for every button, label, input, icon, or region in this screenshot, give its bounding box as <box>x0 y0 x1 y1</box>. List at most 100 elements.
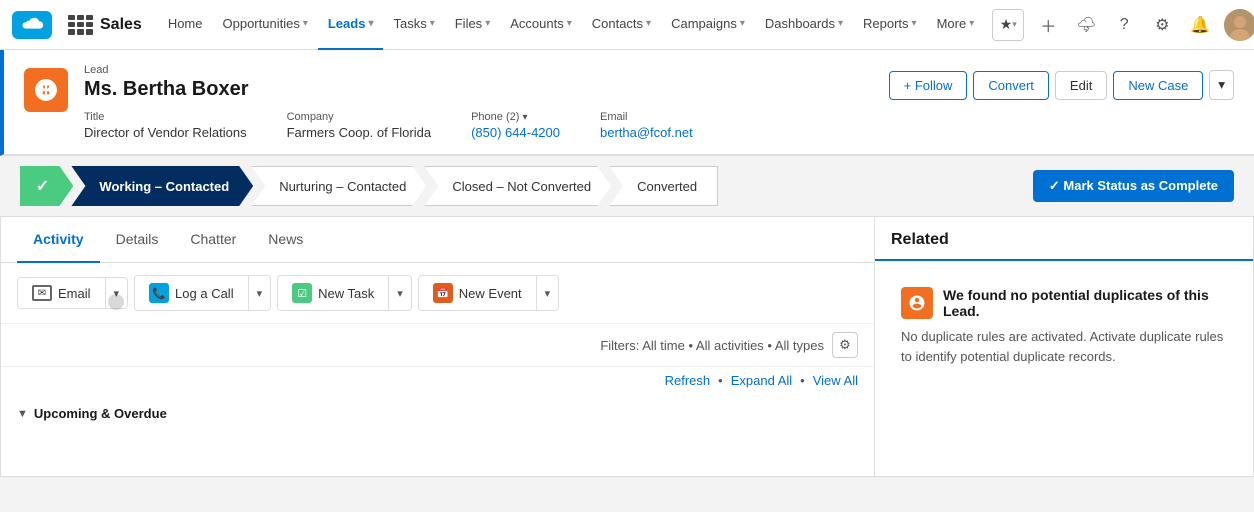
new-task-dropdown-button[interactable]: ▾ <box>389 275 412 311</box>
new-event-button-group: 📅 New Event ▾ <box>418 275 559 311</box>
new-event-button[interactable]: 📅 New Event <box>418 275 537 311</box>
chevron-down-icon: ▾ <box>646 18 651 29</box>
nav-right-icons: ★ ▾ ＋ 🌩 ? ⚙ 🔔 ✏ <box>992 9 1254 41</box>
nav-dashboards[interactable]: Dashboards ▾ <box>755 0 853 50</box>
chevron-down-icon: ▾ <box>740 18 745 29</box>
record-header: Lead Ms. Bertha Boxer Title Director of … <box>0 50 1254 156</box>
stage-converted[interactable]: Converted <box>609 166 718 206</box>
email-button-group: ✉ Email ▾ <box>17 277 128 309</box>
nav-opportunities[interactable]: Opportunities ▾ <box>213 0 318 50</box>
chevron-down-icon: ▾ <box>969 18 974 29</box>
view-all-link[interactable]: View All <box>813 373 858 388</box>
phone-dropdown-icon[interactable]: ▾ <box>522 112 527 123</box>
stage-nurturing-contacted[interactable]: Nurturing – Contacted <box>251 166 426 206</box>
phone-icon: 📞 <box>149 283 169 303</box>
chevron-down-icon: ▾ <box>430 18 435 29</box>
settings-icon[interactable]: ⚙ <box>1148 11 1176 39</box>
activity-tabs: Activity Details Chatter News <box>1 217 874 263</box>
record-name: Ms. Bertha Boxer <box>84 78 873 101</box>
record-company-field: Company Farmers Coop. of Florida <box>287 111 432 140</box>
nav-more[interactable]: More ▾ <box>927 0 985 50</box>
expand-all-link[interactable]: Expand All <box>731 373 792 388</box>
duplicate-card: We found no potential duplicates of this… <box>887 273 1241 380</box>
user-avatar[interactable] <box>1224 9 1254 41</box>
tab-chatter[interactable]: Chatter <box>174 217 252 263</box>
nav-home[interactable]: Home <box>158 0 213 50</box>
nav-reports[interactable]: Reports ▾ <box>853 0 927 50</box>
edit-button[interactable]: Edit <box>1055 71 1107 100</box>
phone-label: Phone (2) ▾ <box>471 111 560 123</box>
new-case-button[interactable]: New Case <box>1113 71 1203 100</box>
stage-completed[interactable]: ✓ <box>20 166 73 206</box>
filters-gear-button[interactable]: ⚙ <box>832 332 858 358</box>
related-panel-title: Related <box>875 217 1253 261</box>
nav-files[interactable]: Files ▾ <box>445 0 500 50</box>
duplicate-title: We found no potential duplicates of this… <box>943 287 1227 319</box>
record-actions: + Follow Convert Edit New Case ▾ <box>889 70 1234 100</box>
favorites-button[interactable]: ★ ▾ <box>992 9 1024 41</box>
follow-button[interactable]: + Follow <box>889 71 968 100</box>
add-icon[interactable]: ＋ <box>1034 11 1062 39</box>
refresh-link[interactable]: Refresh <box>665 373 711 388</box>
stage-working-contacted[interactable]: Working – Contacted <box>71 166 253 206</box>
chevron-down-icon: ▾ <box>303 18 308 29</box>
star-icon: ★ <box>1000 16 1013 33</box>
links-bar: Refresh • Expand All • View All <box>1 367 874 394</box>
new-task-button-group: ☑ New Task ▾ <box>277 275 412 311</box>
tab-news[interactable]: News <box>252 217 319 263</box>
success-icon[interactable]: 🌩 <box>1072 11 1100 39</box>
phone-value[interactable]: (850) 644-4200 <box>471 125 560 140</box>
company-value: Farmers Coop. of Florida <box>287 125 432 140</box>
tab-details[interactable]: Details <box>100 217 175 263</box>
nav-contacts[interactable]: Contacts ▾ <box>582 0 661 50</box>
nav-tasks[interactable]: Tasks ▾ <box>383 0 444 50</box>
tab-activity[interactable]: Activity <box>17 217 100 263</box>
nav-accounts[interactable]: Accounts ▾ <box>500 0 582 50</box>
main-nav: Home Opportunities ▾ Leads ▾ Tasks ▾ Fil… <box>158 0 984 50</box>
apps-grid-icon[interactable] <box>64 11 92 39</box>
log-call-dropdown-button[interactable]: ▾ <box>249 275 272 311</box>
email-label: Email <box>600 111 693 123</box>
chevron-down-icon: ▾ <box>368 18 373 29</box>
log-call-button-group: 📞 Log a Call ▾ <box>134 275 271 311</box>
email-button[interactable]: ✉ Email <box>17 277 106 309</box>
company-label: Company <box>287 111 432 123</box>
duplicate-warning-icon <box>901 287 933 319</box>
convert-button[interactable]: Convert <box>973 71 1049 100</box>
task-icon: ☑ <box>292 283 312 303</box>
chevron-down-icon: ▼ <box>17 408 28 420</box>
chevron-down-icon: ▾ <box>912 18 917 29</box>
new-event-dropdown-button[interactable]: ▾ <box>537 275 560 311</box>
record-type-icon <box>24 68 68 112</box>
title-value: Director of Vendor Relations <box>84 125 247 140</box>
title-label: Title <box>84 111 247 123</box>
new-task-button[interactable]: ☑ New Task <box>277 275 389 311</box>
chevron-down-icon: ▾ <box>485 18 490 29</box>
email-icon: ✉ <box>32 285 52 301</box>
upcoming-overdue-section[interactable]: ▼ Upcoming & Overdue <box>1 394 874 429</box>
activity-action-bar: ✉ Email ▾ 📞 Log a Call ▾ ☑ New Task <box>1 263 874 324</box>
stage-closed-not-converted[interactable]: Closed – Not Converted <box>424 166 611 206</box>
nav-leads[interactable]: Leads ▾ <box>318 0 384 50</box>
log-call-button[interactable]: 📞 Log a Call <box>134 275 249 311</box>
email-value[interactable]: bertha@fcof.net <box>600 125 693 140</box>
notifications-icon[interactable]: 🔔 <box>1186 11 1214 39</box>
mark-status-complete-button[interactable]: ✓ Mark Status as Complete <box>1033 170 1234 202</box>
record-phone-field: Phone (2) ▾ (850) 644-4200 <box>471 111 560 140</box>
stage-converted-label: Converted <box>637 179 697 194</box>
check-icon: ✓ <box>36 176 49 196</box>
app-name: Sales <box>100 16 142 34</box>
stage-nurturing-label: Nurturing – Contacted <box>279 179 406 194</box>
more-actions-button[interactable]: ▾ <box>1209 70 1234 100</box>
duplicate-description: No duplicate rules are activated. Activa… <box>901 327 1227 366</box>
status-stages: ✓ Working – Contacted Nurturing – Contac… <box>20 166 1023 206</box>
filters-bar: Filters: All time • All activities • All… <box>1 324 874 367</box>
right-panel: Related We found no potential duplicates… <box>874 217 1254 477</box>
upcoming-overdue-label: Upcoming & Overdue <box>34 406 167 421</box>
email-dropdown-button[interactable]: ▾ <box>106 277 129 309</box>
chevron-down-icon: ▾ <box>1012 19 1017 30</box>
help-icon[interactable]: ? <box>1110 11 1138 39</box>
top-navigation: Sales Home Opportunities ▾ Leads ▾ Tasks… <box>0 0 1254 50</box>
nav-campaigns[interactable]: Campaigns ▾ <box>661 0 755 50</box>
salesforce-logo[interactable] <box>12 11 52 39</box>
